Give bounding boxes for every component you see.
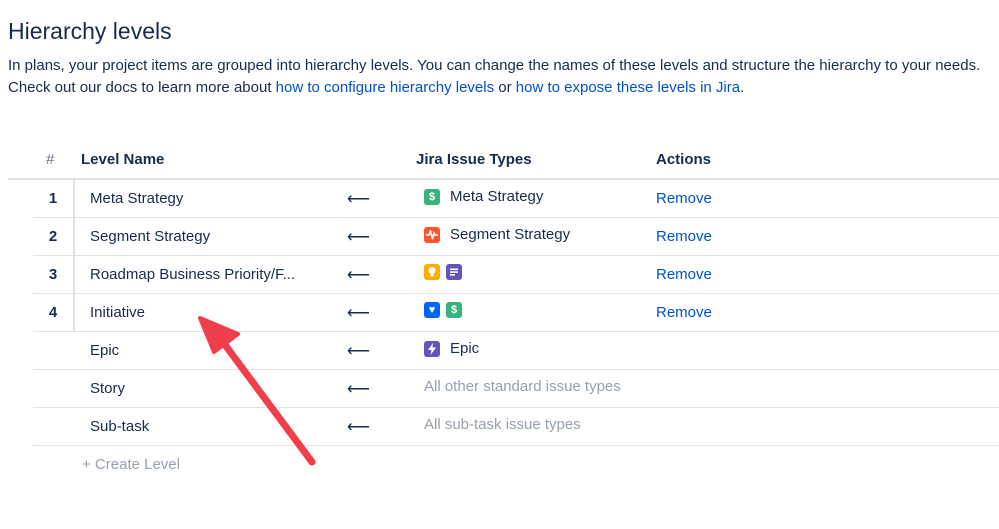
issue-type-label: Segment Strategy <box>450 226 571 243</box>
level-name[interactable]: Roadmap Business Priority/F... <box>90 266 295 283</box>
level-name[interactable]: Meta Strategy <box>90 190 183 207</box>
issue-types-cell: All other standard issue types <box>424 378 621 395</box>
description-prefix: Check out our docs to learn more about <box>8 79 276 96</box>
level-name: Epic <box>90 342 120 359</box>
issue-type-description: All other standard issue types <box>424 378 621 395</box>
issue-types-cell[interactable]: Segment Strategy <box>424 226 570 243</box>
pulse-icon <box>424 226 440 243</box>
page-title: Hierarchy levels <box>8 18 172 44</box>
page-description: In plans, your project items are grouped… <box>8 55 993 99</box>
table-row: 2 Segment Strategy ⟵ Segment Strategy Re… <box>33 218 999 256</box>
remove-button[interactable]: Remove <box>656 304 712 321</box>
table-row: 4 Initiative ⟵ ♥ $ Remove <box>33 294 999 332</box>
issue-type-label: Epic <box>450 340 480 357</box>
dollar-icon: $ <box>446 302 462 318</box>
level-name[interactable]: Segment Strategy <box>90 228 210 245</box>
left-arrow-icon: ⟵ <box>347 229 370 246</box>
hierarchy-table: # Level Name Jira Issue Types Actions 1 … <box>8 140 999 446</box>
level-number[interactable]: 4 <box>33 294 75 331</box>
issue-types-cell: All sub-task issue types <box>424 416 581 433</box>
level-number[interactable]: 3 <box>33 256 75 293</box>
left-arrow-icon: ⟵ <box>347 267 370 284</box>
issue-type-label: Meta Strategy <box>450 188 544 205</box>
level-number[interactable]: 1 <box>33 180 75 217</box>
remove-button[interactable]: Remove <box>656 190 712 207</box>
header-actions: Actions <box>656 151 712 168</box>
issue-types-cell[interactable]: $ Meta Strategy <box>424 188 543 205</box>
left-arrow-icon: ⟵ <box>347 419 370 436</box>
description-suffix: . <box>740 79 745 96</box>
left-arrow-icon: ⟵ <box>347 343 370 360</box>
issue-types-cell[interactable]: ♥ $ <box>424 302 462 318</box>
left-arrow-icon: ⟵ <box>347 305 370 322</box>
description-or: or <box>494 79 516 96</box>
level-name: Sub-task <box>90 418 150 435</box>
issue-types-cell: Epic <box>424 340 479 357</box>
table-row: 1 Meta Strategy ⟵ $ Meta Strategy Remove <box>33 180 999 218</box>
level-name: Story <box>90 380 126 397</box>
description-line-1: In plans, your project items are grouped… <box>8 57 981 74</box>
issue-type-description: All sub-task issue types <box>424 416 581 433</box>
remove-button[interactable]: Remove <box>656 228 712 245</box>
configure-hierarchy-link[interactable]: how to configure hierarchy levels <box>276 79 494 96</box>
level-number[interactable]: 2 <box>33 218 75 255</box>
lightning-icon <box>424 340 440 357</box>
issue-types-cell[interactable] <box>424 264 462 280</box>
document-icon <box>446 264 462 280</box>
table-row: Epic ⟵ Epic <box>33 332 999 370</box>
left-arrow-icon: ⟵ <box>347 381 370 398</box>
level-name[interactable]: Initiative <box>90 304 145 321</box>
table-row: Story ⟵ All other standard issue types <box>33 370 999 408</box>
table-header: # Level Name Jira Issue Types Actions <box>8 140 999 180</box>
dollar-icon: $ <box>424 188 440 205</box>
table-row: Sub-task ⟵ All sub-task issue types <box>33 408 999 446</box>
header-level-name: Level Name <box>81 151 165 168</box>
left-arrow-icon: ⟵ <box>347 191 370 208</box>
heart-icon: ♥ <box>424 302 440 318</box>
create-level-button[interactable]: + Create Level <box>82 456 180 473</box>
header-issue-types: Jira Issue Types <box>416 151 532 168</box>
remove-button[interactable]: Remove <box>656 266 712 283</box>
header-number: # <box>46 151 55 168</box>
lightbulb-icon <box>424 264 440 280</box>
table-row: 3 Roadmap Business Priority/F... ⟵ Remov… <box>33 256 999 294</box>
expose-levels-link[interactable]: how to expose these levels in Jira <box>516 79 740 96</box>
